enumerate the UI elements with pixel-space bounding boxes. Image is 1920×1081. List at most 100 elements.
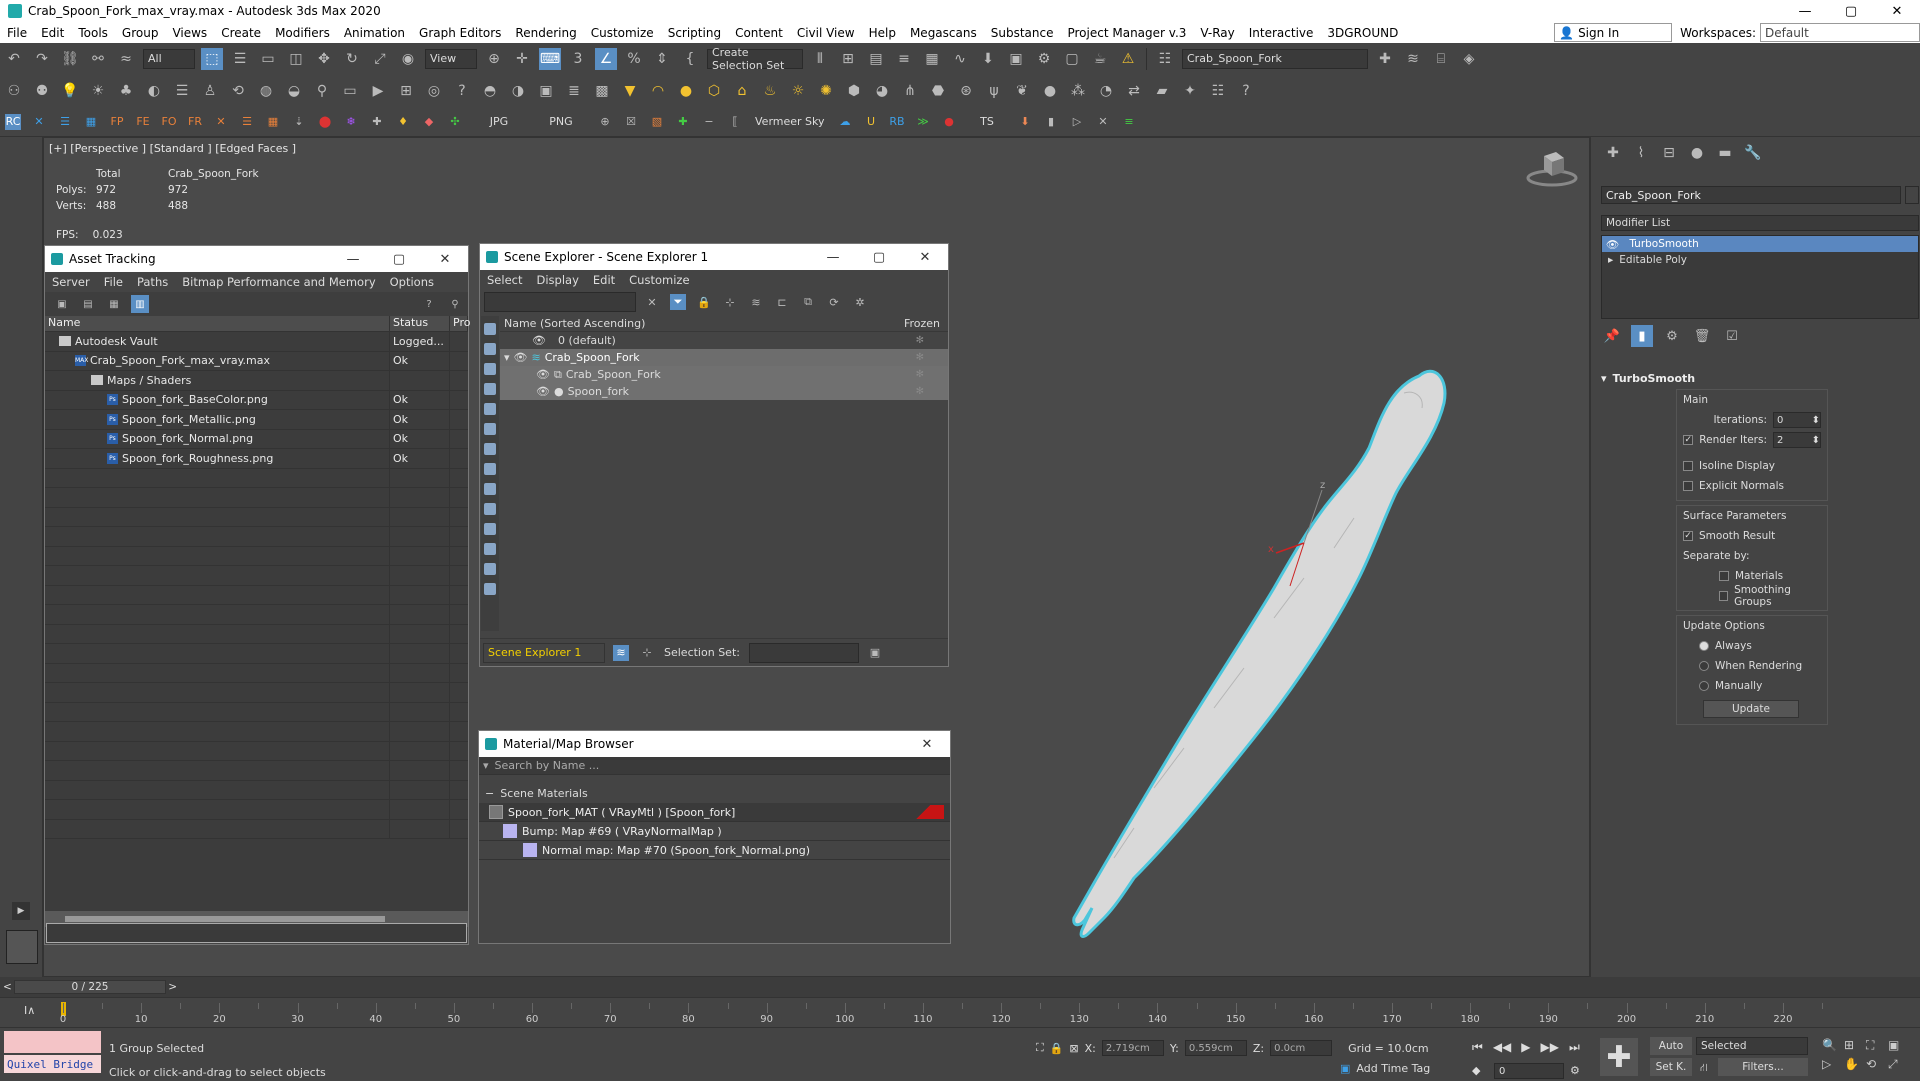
when-rendering-radio[interactable] [1699,661,1709,671]
add-green-icon[interactable]: ✚ [675,114,691,130]
isolate-icon[interactable]: ⛶ [1036,1041,1044,1055]
next-frame-icon[interactable]: ▶▶ [1541,1040,1559,1055]
selection-set-dropdown[interactable] [748,642,859,663]
filter-hidden-icon[interactable] [484,543,496,555]
import-icon[interactable]: ⇣ [291,114,307,130]
sphere-light-icon[interactable]: ● [675,80,697,102]
sign-in-button[interactable]: 👤 Sign In [1554,23,1673,42]
mesh-light-icon[interactable]: ⬡ [703,80,725,102]
select-by-name-icon[interactable]: ☰ [229,48,251,70]
update-button[interactable]: Update [1703,700,1799,718]
gray-sphere-icon[interactable]: ● [1039,80,1061,102]
x-coordinate-field[interactable]: 2.719cm [1101,1040,1164,1056]
options-icon[interactable]: ✲ [852,294,868,310]
frame-icon[interactable]: ▭ [339,80,361,102]
visibility-eye-icon[interactable]: 👁 [536,368,550,381]
col-frozen[interactable]: Frozen [904,317,940,330]
vray-sphere-icon[interactable]: ⊛ [955,80,977,102]
teapot-icon[interactable]: ◐ [143,80,165,102]
col-pro[interactable]: Pro [450,316,470,331]
tools-list-icon[interactable]: ☰ [239,114,255,130]
scene-menu-edit[interactable]: Edit [586,273,622,287]
layer-dropdown[interactable]: Crab_Spoon_Fork [1182,48,1368,69]
next-frame-icon[interactable]: > [168,981,177,993]
fr-icon[interactable]: FR [187,114,203,130]
smooth-result-checkbox[interactable]: ✓ [1683,531,1693,541]
make-unique-icon[interactable]: ⚙ [1661,325,1683,347]
move-icon[interactable]: ✥ [313,48,335,70]
ribbon-icon[interactable]: ▦ [921,48,943,70]
menu-3dground[interactable]: 3DGROUND [1320,26,1405,40]
menu-animation[interactable]: Animation [337,26,412,40]
vray-fur-icon[interactable]: ⋔ [899,80,921,102]
jpg-button[interactable]: JPG [471,112,527,132]
vray-sun-icon[interactable]: ☼ [787,80,809,102]
key-filter-dropdown[interactable]: Selected [1696,1037,1808,1055]
converter-icon[interactable]: ⇄ [1123,80,1145,102]
manually-radio[interactable] [1699,681,1709,691]
close-button[interactable]: ✕ [1874,0,1920,22]
zoom-icon[interactable]: 🔍 [1822,1038,1844,1053]
go-to-start-icon[interactable]: ⏮ [1472,1040,1483,1055]
explorer-name-field[interactable]: Scene Explorer 1 [483,642,605,663]
orbit-icon[interactable]: ⟲ [1866,1057,1888,1072]
key-filters-button[interactable]: Filters... [1718,1058,1808,1076]
selection-lock-icon[interactable]: 🔒 [1050,1042,1064,1055]
filter-icon[interactable]: ⏷ [670,294,686,310]
add-time-tag[interactable]: ▣ Add Time Tag [1340,1062,1430,1075]
keyboard-shortcut-icon[interactable]: ⌨ [539,47,561,70]
align-icon[interactable]: ⊞ [837,48,859,70]
material-search-input[interactable]: ▾ Search by Name ... [479,757,950,775]
menu-modifiers[interactable]: Modifiers [268,26,337,40]
remove-modifier-icon[interactable]: 🗑 [1691,325,1713,347]
reference-coordinate-dropdown[interactable]: View [425,48,477,69]
list-lines-icon[interactable]: ≣ [563,80,585,102]
menu-tools[interactable]: Tools [71,26,115,40]
table-icon[interactable]: ▤ [79,295,97,313]
menu-create[interactable]: Create [214,26,268,40]
toggle-layer-explorer-icon[interactable]: ≡ [893,48,915,70]
scene-menu-select[interactable]: Select [480,273,529,287]
png-button[interactable]: PNG [533,112,589,132]
vray-help-icon[interactable]: ? [1235,80,1257,102]
rect-selection-icon[interactable]: ▭ [257,48,279,70]
scene-explorer-titlebar[interactable]: Scene Explorer - Scene Explorer 1 — ▢ ✕ [480,244,948,270]
explicit-normals-checkbox[interactable] [1683,481,1693,491]
rendered-frame-window-icon[interactable]: ▢ [1061,48,1083,70]
filter-xrefs-icon[interactable] [484,463,496,475]
bind-spacewarp-icon[interactable]: ≈ [115,48,137,70]
prev-frame-icon[interactable]: < [3,981,12,993]
render-region-icon[interactable]: ▣ [535,80,557,102]
previous-frame-icon[interactable]: ◀◀ [1493,1040,1511,1055]
render-setup-icon[interactable]: ⚙ [1033,48,1055,70]
fe-icon[interactable]: FE [135,114,151,130]
visibility-eye-icon[interactable]: 👁 [536,385,550,398]
time-slider[interactable]: < 0 / 225 > [0,977,1920,997]
menu-rendering[interactable]: Rendering [508,26,583,40]
leaf-icon[interactable]: ❦ [1011,80,1033,102]
vray-light-icon[interactable]: ▼ [619,80,641,102]
rotate-view-icon[interactable]: ⟲ [227,80,249,102]
fov-icon[interactable]: ▷ [1822,1057,1844,1072]
menu-file[interactable]: File [0,26,34,40]
menu-edit[interactable]: Edit [34,26,71,40]
go-to-end-icon[interactable]: ⏭ [1569,1040,1580,1055]
table-row[interactable]: Maps / Shaders [45,371,468,391]
pin-stack-icon[interactable]: 📌 [1601,325,1623,347]
minimize-button[interactable]: — [1782,0,1828,22]
grass-icon[interactable]: ψ [983,80,1005,102]
list-icon[interactable]: ☰ [171,80,193,102]
menu-content[interactable]: Content [728,26,790,40]
filter-groups-icon[interactable] [484,443,496,455]
render-iters-checkbox[interactable]: ✓ [1683,435,1694,445]
target-icon[interactable]: ⊕ [597,114,613,130]
sun-icon[interactable]: ☀ [87,80,109,102]
tree-view-icon[interactable]: ▦ [105,295,123,313]
z-coordinate-field[interactable]: 0.0cm [1270,1040,1333,1056]
table-row[interactable]: Ps Spoon_fork_BaseColor.png Ok [45,390,468,410]
material-row[interactable]: Spoon_fork_MAT ( VRayMtl ) [Spoon_fork] [479,803,950,822]
menu-project-manager[interactable]: Project Manager v.3 [1060,26,1193,40]
cube-color-icon[interactable]: ◆ [421,114,437,130]
menu-views[interactable]: Views [165,26,214,40]
percent-snap-icon[interactable]: % [623,48,645,70]
